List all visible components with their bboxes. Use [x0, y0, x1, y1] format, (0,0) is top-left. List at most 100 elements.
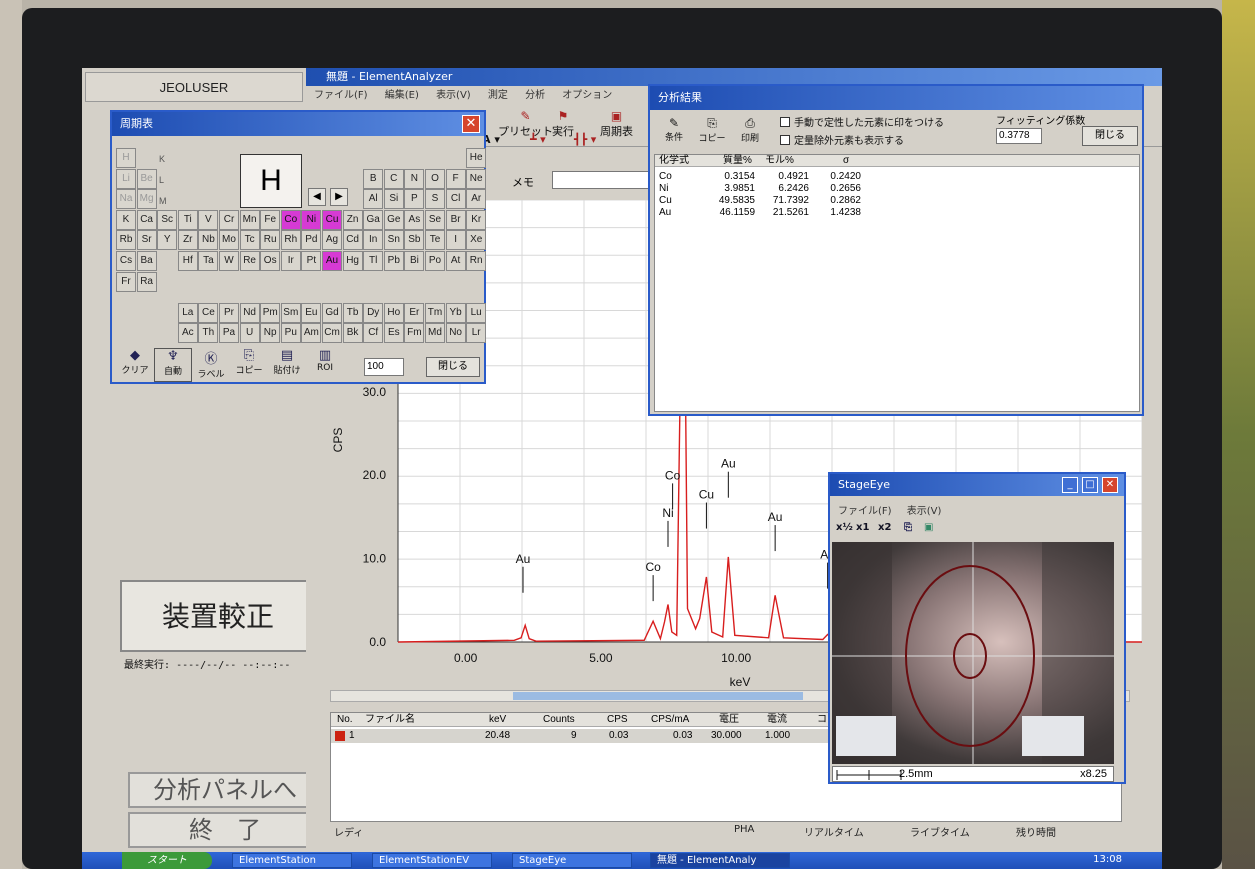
stage-camera-view[interactable]	[832, 542, 1114, 764]
analysis-panel-button[interactable]: 分析パネルへ	[128, 772, 322, 808]
element-cu[interactable]: Cu	[322, 209, 342, 230]
element-b[interactable]: B	[363, 168, 384, 189]
element-pr[interactable]: Pr	[219, 302, 239, 323]
element-cd[interactable]: Cd	[342, 230, 363, 251]
element-pm[interactable]: Pm	[260, 302, 281, 323]
element-rb[interactable]: Rb	[116, 230, 136, 251]
scale-spinner[interactable]: 100	[364, 358, 404, 376]
stage-menu-file[interactable]: ファイル(F)	[838, 506, 892, 517]
element-na[interactable]: Na	[116, 189, 136, 210]
element-lr[interactable]: Lr	[466, 323, 487, 344]
element-po[interactable]: Po	[425, 251, 445, 271]
element-sb[interactable]: Sb	[404, 230, 425, 251]
element-pt[interactable]: Pt	[301, 251, 322, 271]
element-np[interactable]: Np	[260, 323, 281, 344]
element-te[interactable]: Te	[425, 230, 445, 251]
paste-button[interactable]: ▤ 貼付け	[268, 348, 306, 382]
element-si[interactable]: Si	[383, 189, 404, 210]
element-ga[interactable]: Ga	[363, 209, 384, 230]
element-sm[interactable]: Sm	[280, 302, 301, 323]
menu-view[interactable]: 表示(V)	[436, 90, 471, 101]
element-f[interactable]: F	[445, 168, 466, 189]
element-pb[interactable]: Pb	[383, 251, 404, 271]
element-fe[interactable]: Fe	[260, 209, 281, 230]
element-at[interactable]: At	[445, 251, 466, 271]
element-pu[interactable]: Pu	[280, 323, 301, 344]
element-sc[interactable]: Sc	[157, 209, 178, 230]
minimize-icon[interactable]: _	[1062, 477, 1078, 493]
copy-icon[interactable]: ⎘	[904, 522, 912, 533]
element-k[interactable]: K	[116, 209, 136, 230]
element-tb[interactable]: Tb	[342, 302, 363, 323]
element-he[interactable]: He	[466, 148, 487, 168]
element-cf[interactable]: Cf	[363, 323, 384, 344]
element-re[interactable]: Re	[239, 251, 260, 271]
mark-manual-checkbox[interactable]: 手動で定性した元素に印をつける	[780, 114, 944, 129]
copy-button[interactable]: ⎘ コピー	[694, 116, 730, 148]
element-zn[interactable]: Zn	[342, 209, 363, 230]
element-ba[interactable]: Ba	[136, 251, 157, 271]
element-ho[interactable]: Ho	[383, 302, 404, 323]
menu-options[interactable]: オプション	[562, 90, 612, 101]
results-close-button[interactable]: 閉じる	[1082, 126, 1138, 146]
execute-button[interactable]: ⚑ 実行	[552, 109, 574, 139]
element-bi[interactable]: Bi	[404, 251, 425, 271]
periodic-close-button[interactable]: 閉じる	[426, 357, 480, 377]
element-zr[interactable]: Zr	[177, 230, 198, 251]
element-gd[interactable]: Gd	[322, 302, 342, 323]
element-eu[interactable]: Eu	[301, 302, 322, 323]
element-tl[interactable]: Tl	[363, 251, 384, 271]
element-lu[interactable]: Lu	[466, 302, 487, 323]
stage-menu-view[interactable]: 表示(V)	[907, 506, 942, 517]
element-n[interactable]: N	[404, 168, 425, 189]
element-ac[interactable]: Ac	[177, 323, 198, 344]
task-elementstation-ev[interactable]: ElementStationEV	[372, 853, 492, 868]
element-ne[interactable]: Ne	[466, 168, 487, 189]
element-dy[interactable]: Dy	[363, 302, 384, 323]
element-hg[interactable]: Hg	[342, 251, 363, 271]
element-la[interactable]: La	[177, 302, 198, 323]
zoom-2-button[interactable]: x2	[878, 522, 891, 533]
zoom-1-button[interactable]: x1	[856, 522, 869, 533]
element-y[interactable]: Y	[157, 230, 178, 251]
element-kr[interactable]: Kr	[466, 209, 487, 230]
label-button[interactable]: Ⓚ ラベル	[192, 348, 230, 382]
element-u[interactable]: U	[239, 323, 260, 344]
element-ca[interactable]: Ca	[136, 209, 157, 230]
element-os[interactable]: Os	[260, 251, 281, 271]
element-mo[interactable]: Mo	[219, 230, 239, 251]
element-ag[interactable]: Ag	[322, 230, 342, 251]
menu-edit[interactable]: 編集(E)	[385, 90, 419, 101]
element-co[interactable]: Co	[280, 209, 301, 230]
clear-button[interactable]: ◆ クリア	[116, 348, 154, 382]
element-tm[interactable]: Tm	[425, 302, 445, 323]
periodic-table-button[interactable]: ▣ 周期表	[600, 109, 633, 139]
next-element-button[interactable]: ▶	[330, 188, 348, 206]
element-ru[interactable]: Ru	[260, 230, 281, 251]
element-br[interactable]: Br	[445, 209, 466, 230]
element-ra[interactable]: Ra	[136, 271, 157, 292]
scrollbar-thumb[interactable]	[513, 692, 803, 700]
element-cs[interactable]: Cs	[116, 251, 136, 271]
element-li[interactable]: Li	[116, 168, 136, 189]
task-stageeye[interactable]: StageEye	[512, 853, 632, 868]
element-be[interactable]: Be	[136, 168, 157, 189]
task-element-analyzer[interactable]: 無題 - ElementAnaly	[650, 853, 790, 868]
element-er[interactable]: Er	[404, 302, 425, 323]
element-w[interactable]: W	[219, 251, 239, 271]
element-pa[interactable]: Pa	[219, 323, 239, 344]
element-v[interactable]: V	[198, 209, 219, 230]
menu-file[interactable]: ファイル(F)	[314, 90, 368, 101]
element-xe[interactable]: Xe	[466, 230, 487, 251]
element-c[interactable]: C	[383, 168, 404, 189]
element-s[interactable]: S	[425, 189, 445, 210]
element-cm[interactable]: Cm	[322, 323, 342, 344]
element-yb[interactable]: Yb	[445, 302, 466, 323]
element-fr[interactable]: Fr	[116, 271, 136, 292]
element-mn[interactable]: Mn	[239, 209, 260, 230]
maximize-icon[interactable]: □	[1082, 477, 1098, 493]
menu-analysis[interactable]: 分析	[525, 90, 545, 101]
element-sr[interactable]: Sr	[136, 230, 157, 251]
show-excluded-checkbox[interactable]: 定量除外元素も表示する	[780, 132, 904, 147]
element-fm[interactable]: Fm	[404, 323, 425, 344]
